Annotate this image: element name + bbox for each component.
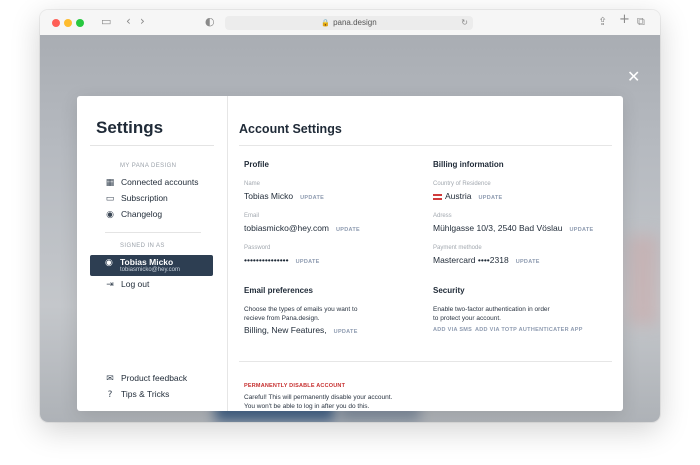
address-value: Mühlgasse 10/3, 2540 Bad Vöslau xyxy=(433,223,563,233)
email-preferences-description: Choose the types of emails you want to r… xyxy=(244,306,358,322)
settings-modal: Settings MY PANA DESIGN ▦ Connected accou… xyxy=(77,96,623,411)
lock-icon: 🔒 xyxy=(321,19,331,27)
address-bar[interactable]: 🔒 pana.design ↻ xyxy=(225,16,473,30)
window-maximize-button[interactable] xyxy=(76,19,84,27)
user-circle-icon: ◉ xyxy=(106,210,114,220)
security-description: Enable two-factor authentication in orde… xyxy=(433,306,550,322)
user-circle-icon: ◉ xyxy=(105,258,113,268)
settings-title: Settings xyxy=(96,118,164,137)
update-payment-button[interactable]: UPDATE xyxy=(516,259,540,265)
email-row: tobiasmicko@hey.com UPDATE xyxy=(244,223,360,233)
sidebar-item-product-feedback[interactable]: ✉ Product feedback xyxy=(105,371,187,385)
disable-account-link[interactable]: PERMANENTLY DISABLE ACCOUNT xyxy=(244,383,345,389)
country-row: Austria UPDATE xyxy=(433,191,502,201)
browser-window: ▭ ‹ › ◐ 🔒 pana.design ↻ ⇪ + ⧉ ✕ Settings … xyxy=(40,10,660,422)
reload-icon[interactable]: ↻ xyxy=(461,16,468,30)
settings-sidebar: Settings MY PANA DESIGN ▦ Connected accou… xyxy=(77,96,228,411)
divider xyxy=(239,145,612,146)
password-label: Password xyxy=(244,245,271,251)
update-address-button[interactable]: UPDATE xyxy=(569,227,593,233)
update-email-preferences-button[interactable]: UPDATE xyxy=(334,329,358,335)
tab-overview-icon[interactable]: ⧉ xyxy=(637,15,645,29)
card-icon: ▭ xyxy=(105,194,115,204)
austria-flag-icon xyxy=(433,193,442,200)
password-value: ••••••••••••••• xyxy=(244,255,289,265)
forward-icon[interactable]: › xyxy=(140,14,145,28)
payment-label: Payment methode xyxy=(433,245,482,251)
country-label: Country of Residence xyxy=(433,181,491,187)
sidebar-toggle-icon[interactable]: ▭ xyxy=(101,15,111,29)
close-modal-icon[interactable]: ✕ xyxy=(627,68,640,86)
account-settings-panel: Account Settings Profile Name Tobias Mic… xyxy=(227,96,623,411)
update-password-button[interactable]: UPDATE xyxy=(296,259,320,265)
sidebar-item-changelog[interactable]: ◉ Changelog xyxy=(105,207,162,221)
sidebar-item-subscription[interactable]: ▭ Subscription xyxy=(105,191,168,205)
privacy-shield-icon[interactable]: ◐ xyxy=(205,15,215,29)
share-icon[interactable]: ⇪ xyxy=(598,15,607,29)
user-name: Tobias Micko xyxy=(120,257,174,267)
page-title: Account Settings xyxy=(239,122,342,136)
address-row: Mühlgasse 10/3, 2540 Bad Vöslau UPDATE xyxy=(433,223,594,233)
divider xyxy=(105,232,201,233)
update-country-button[interactable]: UPDATE xyxy=(478,195,502,201)
blurred-page-backdrop: ✕ Settings MY PANA DESIGN ▦ Connected acc… xyxy=(40,35,660,422)
update-email-button[interactable]: UPDATE xyxy=(336,227,360,233)
sidebar-item-log-out[interactable]: ⇥ Log out xyxy=(105,277,149,291)
name-label: Name xyxy=(244,181,261,187)
payment-row: Mastercard ••••2318 UPDATE xyxy=(433,255,540,265)
new-tab-icon[interactable]: + xyxy=(619,13,630,27)
window-close-button[interactable] xyxy=(52,19,60,27)
window-minimize-button[interactable] xyxy=(64,19,72,27)
browser-toolbar: ▭ ‹ › ◐ 🔒 pana.design ↻ ⇪ + ⧉ xyxy=(40,10,660,36)
divider xyxy=(90,145,214,146)
email-preferences-row: Billing, New Features, UPDATE xyxy=(244,325,358,335)
user-email: tobiasmicko@hey.com xyxy=(120,267,180,273)
email-preferences-heading: Email preferences xyxy=(244,286,313,295)
sidebar-item-current-user[interactable]: ◉ Tobias Micko tobiasmicko@hey.com xyxy=(90,255,213,276)
divider xyxy=(239,361,612,362)
url-text: pana.design xyxy=(333,18,377,27)
email-preferences-value: Billing, New Features, xyxy=(244,325,327,335)
sidebar-item-tips-and-tricks[interactable]: ? Tips & Tricks xyxy=(105,387,170,401)
sidebar-item-connected-accounts[interactable]: ▦ Connected accounts xyxy=(105,175,199,189)
back-icon[interactable]: ‹ xyxy=(126,14,131,28)
mail-icon: ✉ xyxy=(106,374,114,384)
address-label: Adress xyxy=(433,213,452,219)
password-row: ••••••••••••••• UPDATE xyxy=(244,255,320,265)
payment-value: Mastercard ••••2318 xyxy=(433,255,509,265)
update-name-button[interactable]: UPDATE xyxy=(300,195,324,201)
logout-icon: ⇥ xyxy=(106,280,114,290)
name-value: Tobias Micko xyxy=(244,191,294,201)
section-label-my-pana-design: MY PANA DESIGN xyxy=(120,163,177,169)
disable-account-warning: Careful! This will permanently disable y… xyxy=(244,394,393,410)
help-icon: ? xyxy=(107,390,113,400)
name-row: Tobias Micko UPDATE xyxy=(244,191,324,201)
billing-heading: Billing information xyxy=(433,160,504,169)
security-heading: Security xyxy=(433,286,465,295)
email-value: tobiasmicko@hey.com xyxy=(244,223,329,233)
add-via-totp-link[interactable]: ADD VIA TOTP AUTHENTICATER APP xyxy=(475,327,583,333)
country-value: Austria xyxy=(445,191,472,201)
grid-icon: ▦ xyxy=(105,178,115,188)
email-label: Email xyxy=(244,213,260,219)
profile-heading: Profile xyxy=(244,160,269,169)
section-label-signed-in-as: SIGNED IN AS xyxy=(120,243,165,249)
add-via-sms-link[interactable]: ADD VIA SMS xyxy=(433,327,472,333)
